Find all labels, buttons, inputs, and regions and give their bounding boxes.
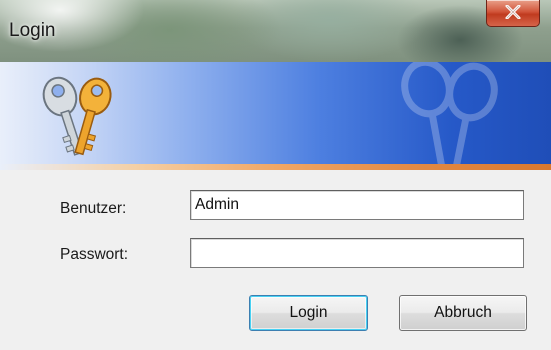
title-bar[interactable]: Login [0,0,551,62]
login-button[interactable]: Login [249,295,368,331]
password-field[interactable] [190,238,524,268]
header-banner [0,62,551,170]
close-button[interactable] [486,0,540,27]
user-field[interactable] [190,190,524,220]
password-label: Passwort: [60,246,129,263]
login-form: Benutzer: Passwort: Login Abbruch [0,170,551,350]
keys-icon [42,76,112,156]
window-title: Login [9,20,56,41]
keys-watermark-icon [401,62,498,168]
user-label: Benutzer: [60,200,127,217]
close-icon [505,5,521,19]
cancel-button[interactable]: Abbruch [399,295,527,331]
login-dialog: Login Benutzer: Admin Passwort: Login Ab… [0,0,551,350]
